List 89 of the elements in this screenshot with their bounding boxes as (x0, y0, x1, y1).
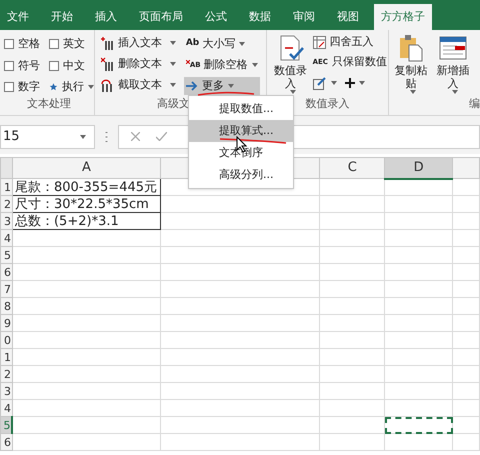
ribbon-button[interactable]: 删除文本 (100, 56, 176, 72)
row-header[interactable]: 7 (0, 280, 12, 298)
menu-item[interactable]: 提取数值... (189, 98, 293, 120)
delete-text-icon (100, 57, 114, 71)
annotation-stroke (196, 91, 256, 97)
ribbon-tab[interactable]: 文件 (0, 4, 36, 30)
ribbon-big-button[interactable]: 复制粘贴 (391, 34, 431, 94)
annotation-stroke (218, 138, 288, 144)
row-header[interactable]: 9 (0, 314, 12, 332)
row-header[interactable]: 4 (0, 230, 12, 246)
row-header[interactable]: 6 (0, 434, 12, 450)
row-header[interactable]: 3 (0, 382, 12, 400)
table-cell: 尾款：800-355=445元 (12, 178, 160, 196)
ribbon-tab[interactable]: 数据 (242, 4, 278, 30)
row-header[interactable]: 4 (0, 400, 12, 416)
checkbox-label: 数字 (18, 79, 40, 95)
ribbon-tab[interactable]: 页面布局 (132, 4, 190, 30)
group-label: 文本处理 (26, 96, 72, 112)
caret-icon (410, 90, 416, 94)
checkbox[interactable] (4, 82, 14, 92)
caret-icon (170, 41, 176, 45)
ribbon-button[interactable]: 四舍五入 (312, 34, 387, 51)
ribbon-tab[interactable]: 方方格子 (374, 4, 432, 30)
table-insert-icon (439, 34, 467, 62)
row-header[interactable]: 1 (0, 178, 12, 196)
table-cell: 总数：(5+2)*3.1 (12, 212, 160, 230)
cancel-icon[interactable] (131, 132, 140, 141)
plus-button[interactable] (344, 78, 365, 88)
checkbox-label: 英文 (62, 36, 85, 52)
caret-icon (330, 80, 337, 84)
checkbox-label: 中文 (62, 58, 85, 74)
cross-icon (186, 60, 190, 64)
caret-icon (290, 90, 296, 94)
checkbox-label: 空格 (18, 36, 40, 52)
row-header[interactable]: 5 (0, 246, 12, 264)
row-header[interactable]: 2 (0, 366, 12, 382)
caret-icon (170, 83, 176, 87)
ribbon-button[interactable]: 插入文本 (100, 35, 176, 51)
checkbox[interactable] (4, 60, 14, 71)
number-entry-button[interactable]: 数值录入 (270, 34, 311, 94)
star-icon (48, 81, 58, 94)
clipboard-icon (398, 34, 424, 62)
case-icon: Ab (186, 37, 200, 51)
table-percent-icon (312, 36, 326, 49)
checkbox[interactable] (48, 39, 59, 50)
ribbon-button[interactable]: Ab 大小写 (184, 35, 260, 53)
caret-icon (88, 85, 94, 90)
ribbon-tab[interactable]: 插入 (88, 4, 124, 30)
caret-icon (228, 84, 234, 88)
ribbon-big-button[interactable]: 新增插入 (433, 34, 473, 94)
caret-icon (239, 42, 246, 46)
plus-icon (344, 78, 355, 88)
column-header[interactable]: D (384, 158, 453, 178)
menu-item[interactable]: 高级分列... (189, 164, 293, 186)
column-header[interactable]: C (320, 158, 385, 178)
checkbox-label: 符号 (18, 58, 40, 74)
caret-icon (80, 134, 86, 138)
ribbon-button[interactable]: 更多 (184, 77, 260, 95)
name-box[interactable]: 15 (0, 124, 95, 148)
row-header[interactable]: 2 (0, 196, 12, 212)
row-header[interactable]: 0 (0, 332, 12, 348)
caret-icon (170, 62, 176, 66)
checkbox[interactable] (4, 39, 14, 50)
insert-text-icon (100, 36, 114, 50)
caret-icon (452, 90, 458, 94)
checkbox[interactable] (48, 60, 59, 71)
ribbon-tab[interactable]: 审阅 (286, 4, 322, 30)
ribbon-tab[interactable]: 视图 (330, 4, 366, 30)
run-button[interactable]: 执行 (48, 79, 94, 96)
extract-text-icon (100, 78, 114, 92)
caret-icon (252, 63, 258, 67)
menu-item[interactable]: 提取算式... (189, 120, 293, 142)
pen-button[interactable] (312, 76, 337, 90)
row-header[interactable]: 8 (0, 298, 12, 314)
row-header[interactable]: 1 (0, 348, 12, 366)
row-header[interactable]: 6 (0, 264, 12, 280)
row-header[interactable]: 5 (0, 416, 12, 434)
column-header[interactable]: A (12, 158, 160, 178)
ribbon-tab[interactable]: 开始 (44, 4, 80, 30)
group-label: 数值录入 (304, 96, 350, 112)
table-cell: 尺寸：30*22.5*35cm (12, 196, 160, 212)
arrow-right-icon (186, 81, 198, 91)
edit-icon (312, 76, 327, 90)
caret-icon (358, 80, 365, 84)
confirm-icon[interactable] (156, 132, 167, 141)
ribbon-tab[interactable]: 公式 (198, 4, 234, 30)
group-label: 编 (468, 96, 480, 112)
row-header[interactable]: 3 (0, 212, 12, 230)
ribbon-button[interactable]: 截取文本 (100, 77, 176, 93)
